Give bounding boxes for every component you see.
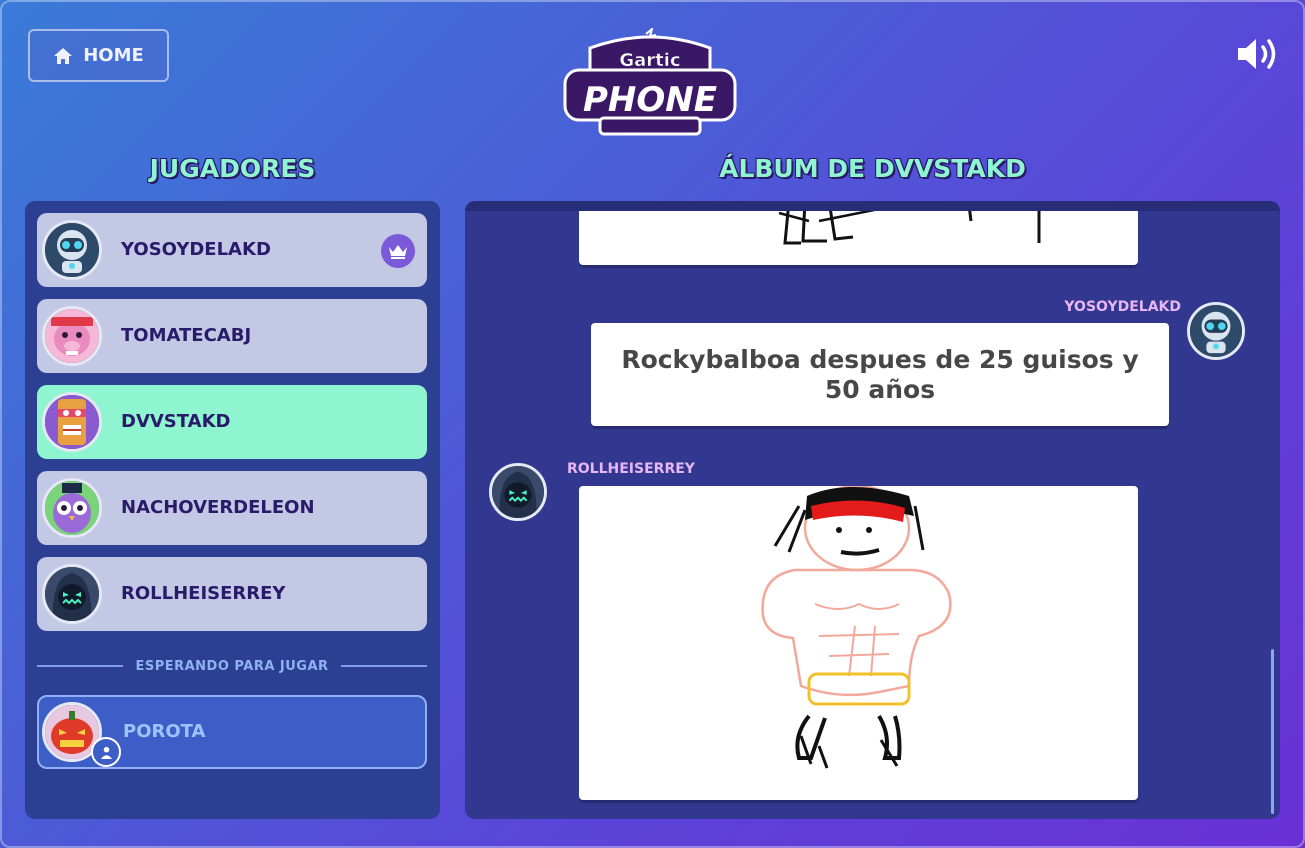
gartic-phone-logo: Gartic PHONE	[563, 28, 737, 136]
logo-bottom-text: PHONE	[583, 80, 717, 120]
robot-avatar	[42, 220, 102, 280]
waiting-player-card-porota[interactable]: POROTA	[37, 695, 427, 769]
reaper-avatar	[489, 463, 547, 521]
album-scrollbar[interactable]	[1271, 649, 1274, 814]
waiting-label: ESPERANDO PARA JUGAR	[135, 658, 329, 674]
author-label: ROLLHEISERREY	[567, 461, 695, 477]
home-icon	[54, 47, 73, 64]
drawing-card	[579, 484, 1138, 800]
player-card-yosoydelakd[interactable]: YOSOYDELAKD	[37, 213, 427, 287]
player-name: YOSOYDELAKD	[121, 239, 271, 260]
player-name: NACHOVERDELEON	[121, 497, 315, 518]
text-entry: Rockybalboa despues de 25 guisos y 50 añ…	[621, 344, 1139, 404]
album-top-shade	[465, 201, 1280, 211]
players-title: JUGADORES	[149, 154, 316, 183]
player-card-nachoverdeleon[interactable]: NACHOVERDELEON	[37, 471, 427, 545]
text-entry-card: Rockybalboa despues de 25 guisos y 50 añ…	[591, 323, 1169, 426]
volume-icon[interactable]	[1236, 36, 1282, 72]
boxer-drawing	[761, 484, 952, 769]
album-title: ÁLBUM DE DVVSTAKD	[719, 154, 1026, 183]
user-icon	[91, 737, 121, 767]
player-name: TOMATECABJ	[121, 325, 252, 346]
home-label: HOME	[83, 45, 144, 66]
waiting-divider: ESPERANDO PARA JUGAR	[37, 656, 428, 676]
logo-top-text: Gartic	[619, 50, 680, 71]
player-card-rollheiserrey[interactable]: ROLLHEISERREY	[37, 557, 427, 631]
waiting-player-name: POROTA	[123, 721, 206, 742]
player-card-dvvstakd[interactable]: DVVSTAKD	[37, 385, 427, 459]
host-crown-icon	[381, 234, 415, 268]
player-card-tomatecabj[interactable]: TOMATECABJ	[37, 299, 427, 373]
tiki-avatar	[42, 392, 102, 452]
players-panel: YOSOYDELAKD TOMATECABJ DVVSTAKD NACHOVER…	[25, 201, 440, 819]
home-button[interactable]: HOME	[28, 29, 169, 82]
album-panel: YOSOYDELAKD Rockybalboa despues de 25 gu…	[465, 201, 1280, 819]
robot-avatar	[1187, 302, 1245, 360]
player-name: DVVSTAKD	[121, 411, 231, 432]
author-label: YOSOYDELAKD	[1064, 299, 1181, 315]
pig-avatar	[42, 306, 102, 366]
reaper-avatar	[42, 564, 102, 624]
owl-avatar	[42, 478, 102, 538]
player-name: ROLLHEISERREY	[121, 583, 286, 604]
